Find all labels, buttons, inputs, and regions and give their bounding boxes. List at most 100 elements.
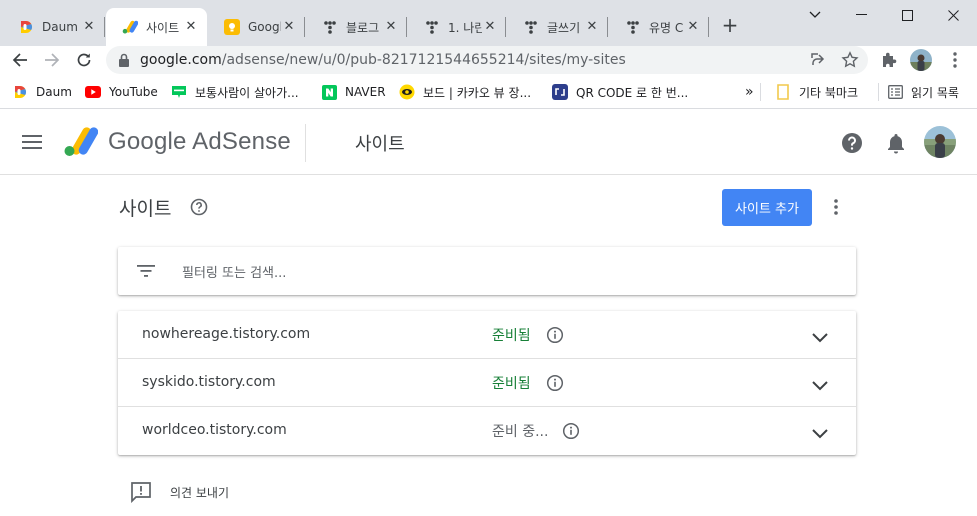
chevron-down-icon[interactable] [808, 325, 832, 349]
bookmark-youtube[interactable]: YouTube [85, 82, 158, 102]
tistory-icon [523, 19, 539, 35]
bookmark-star-icon[interactable] [841, 51, 859, 69]
filter-input[interactable]: 필터링 또는 검색... [182, 262, 286, 281]
status-badge: 준비됨 [492, 376, 531, 392]
youtube-icon [85, 84, 101, 100]
site-row[interactable]: worldceo.tistory.com 준비 중... [118, 407, 856, 455]
maximize-icon [901, 9, 913, 21]
info-icon[interactable] [546, 374, 564, 392]
filter-bar[interactable]: 필터링 또는 검색... [118, 247, 856, 295]
help-button[interactable] [841, 132, 863, 158]
close-window-button[interactable] [930, 0, 976, 30]
bookmark-daum[interactable]: Daum [12, 82, 72, 102]
tab-naran[interactable]: 1. 나란 ✕ [408, 8, 506, 46]
google-icon [224, 19, 240, 35]
bookmarks-separator [760, 83, 761, 101]
bookmark-kakao-view[interactable]: 보드 | 카카오 뷰 장... [399, 82, 531, 102]
bookmarks-overflow-button[interactable]: » [745, 82, 754, 102]
bookmark-qr-code[interactable]: QR CODE 로 한 번... [552, 82, 688, 102]
back-button[interactable] [6, 46, 34, 74]
add-site-button[interactable]: 사이트 추가 [722, 189, 812, 226]
tab-write[interactable]: 글쓰기 ✕ [507, 8, 608, 46]
minimize-button[interactable] [838, 0, 884, 30]
share-icon[interactable] [809, 51, 827, 69]
tistory-icon [424, 19, 440, 35]
more-options-button[interactable] [834, 199, 838, 219]
status-badge: 준비됨 [492, 328, 531, 344]
adsense-logo-icon [64, 127, 99, 156]
feedback-icon [131, 482, 151, 503]
browser-toolbar: google.com/adsense/new/u/0/pub-821712154… [0, 46, 977, 76]
reload-icon [77, 53, 91, 67]
arrow-forward-icon [45, 53, 60, 67]
more-vert-icon [834, 199, 838, 215]
kakao-view-icon [399, 84, 415, 100]
extensions-button[interactable] [877, 48, 901, 72]
close-tab-icon[interactable]: ✕ [281, 19, 297, 35]
status-badge: 준비 중... [492, 424, 549, 440]
address-bar[interactable]: google.com/adsense/new/u/0/pub-821712154… [106, 46, 868, 74]
site-domain: syskido.tistory.com [142, 374, 276, 390]
puzzle-icon [883, 52, 897, 67]
tab-google[interactable]: Google ✕ [208, 8, 305, 46]
minimize-icon [855, 14, 867, 15]
tab-blog[interactable]: 블로그 ✕ [306, 8, 407, 46]
notifications-button[interactable] [886, 132, 906, 158]
more-vert-icon [953, 52, 957, 68]
forward-button[interactable] [38, 46, 66, 74]
site-row[interactable]: syskido.tistory.com 준비됨 [118, 359, 856, 407]
sites-list: nowhereage.tistory.com 준비됨 syskido.tisto… [118, 311, 856, 455]
avatar-icon [924, 126, 956, 158]
send-feedback-label: 의견 보내기 [170, 485, 230, 500]
avatar-icon [910, 49, 932, 71]
chevron-down-icon[interactable] [808, 421, 832, 445]
adsense-icon [122, 19, 138, 35]
info-icon[interactable] [546, 326, 564, 344]
tab-daum[interactable]: Daum ✕ [2, 8, 105, 46]
close-tab-icon[interactable]: ✕ [81, 19, 97, 35]
naver-icon [321, 84, 337, 100]
bell-icon [888, 134, 904, 154]
hamburger-menu-icon [22, 135, 42, 149]
bookmark-naver[interactable]: NAVER [321, 82, 386, 102]
tistory-icon [625, 19, 641, 35]
main-menu-button[interactable] [22, 134, 42, 154]
close-tab-icon[interactable]: ✕ [183, 19, 199, 35]
site-row[interactable]: nowhereage.tistory.com 준비됨 [118, 311, 856, 359]
send-feedback-link[interactable]: 의견 보내기 [130, 481, 229, 503]
tab-adsense[interactable]: 사이트 ✕ [106, 8, 207, 46]
page-title: 사이트 [119, 198, 172, 220]
daum-icon [12, 84, 28, 100]
reading-list-icon [887, 84, 903, 100]
lock-icon [119, 53, 129, 67]
close-tab-icon[interactable]: ✕ [482, 19, 498, 35]
site-domain: worldceo.tistory.com [142, 422, 287, 438]
page-help-button[interactable] [190, 198, 208, 220]
tab-famous[interactable]: 유명 C ✕ [609, 8, 709, 46]
site-domain: nowhereage.tistory.com [142, 326, 311, 342]
chrome-menu-button[interactable] [943, 48, 967, 72]
maximize-button[interactable] [884, 0, 930, 30]
account-avatar[interactable] [924, 126, 956, 162]
close-tab-icon[interactable]: ✕ [584, 19, 600, 35]
reload-button[interactable] [70, 46, 98, 74]
info-icon[interactable] [562, 422, 580, 440]
chevron-down-icon[interactable] [808, 373, 832, 397]
browser-tab-strip: Daum ✕ 사이트 ✕ Google ✕ 블로그 ✕ 1. 나란 ✕ [0, 0, 977, 46]
header-divider [305, 124, 306, 162]
close-tab-icon[interactable]: ✕ [383, 19, 399, 35]
close-tab-icon[interactable]: ✕ [685, 19, 701, 35]
bookmarks-separator [878, 83, 879, 101]
section-title: 사이트 [355, 134, 405, 155]
url-text: google.com/adsense/new/u/0/pub-821712154… [140, 52, 626, 68]
new-tab-button[interactable]: + [718, 14, 742, 38]
other-bookmarks-folder[interactable]: 기타 북마크 [775, 82, 858, 102]
close-icon [947, 9, 959, 21]
daum-icon [18, 19, 34, 35]
reading-list-button[interactable]: 읽기 목록 [887, 82, 959, 102]
adsense-logo [64, 127, 99, 161]
bookmark-blog[interactable]: 보통사람이 살아가... [171, 82, 299, 102]
tab-search-button[interactable] [792, 0, 838, 30]
arrow-back-icon [12, 53, 27, 67]
profile-avatar-toolbar[interactable] [909, 48, 933, 72]
